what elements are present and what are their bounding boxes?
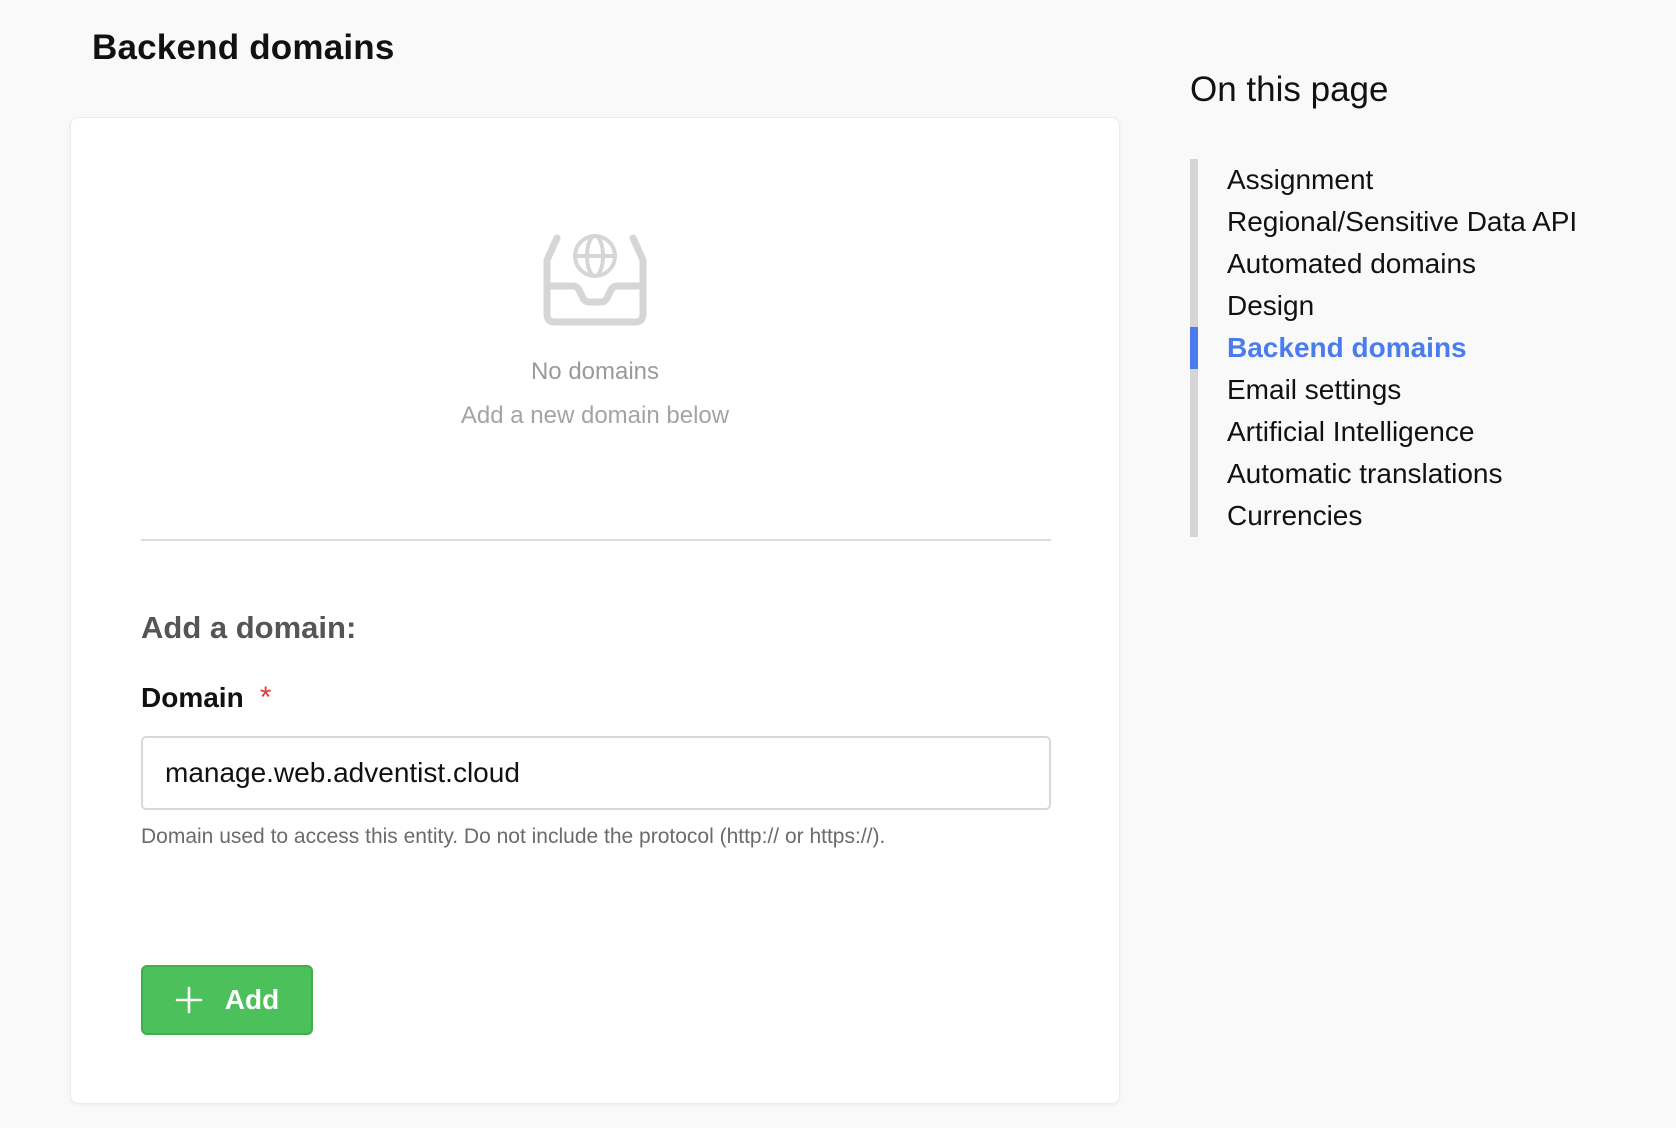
plus-icon: [175, 986, 203, 1014]
toc-item-design[interactable]: Design: [1190, 285, 1650, 327]
add-domain-button[interactable]: Add: [141, 965, 313, 1035]
settings-page: Backend domains No domains Add a new dom…: [0, 0, 1676, 1128]
empty-state: No domains Add a new domain below: [71, 228, 1119, 430]
on-this-page-nav: Assignment Regional/Sensitive Data API A…: [1190, 159, 1650, 537]
empty-state-subtitle: Add a new domain below: [460, 402, 730, 429]
domain-input[interactable]: [141, 736, 1051, 810]
domain-label-text: Domain: [141, 682, 244, 713]
toc-list: Assignment Regional/Sensitive Data API A…: [1190, 159, 1650, 537]
domain-help-text: Domain used to access this entity. Do no…: [141, 825, 886, 848]
empty-state-title: No domains: [530, 358, 660, 385]
toc-item-automatic-translations[interactable]: Automatic translations: [1190, 453, 1650, 495]
backend-domains-card: No domains Add a new domain below Add a …: [70, 117, 1120, 1104]
toc-item-assignment[interactable]: Assignment: [1190, 159, 1650, 201]
toc-item-currencies[interactable]: Currencies: [1190, 495, 1650, 537]
toc-item-email-settings[interactable]: Email settings: [1190, 369, 1650, 411]
add-button-label: Add: [224, 984, 280, 1015]
inbox-globe-icon: [539, 228, 651, 328]
required-marker: *: [259, 681, 272, 714]
toc-title: On this page: [1190, 70, 1389, 109]
section-divider: [141, 539, 1051, 541]
domain-field-label: Domain *: [141, 681, 271, 715]
toc-item-regional-sensitive-data-api[interactable]: Regional/Sensitive Data API: [1190, 201, 1650, 243]
toc-item-artificial-intelligence[interactable]: Artificial Intelligence: [1190, 411, 1650, 453]
page-title: Backend domains: [92, 28, 395, 67]
toc-item-backend-domains[interactable]: Backend domains: [1190, 327, 1650, 369]
toc-item-automated-domains[interactable]: Automated domains: [1190, 243, 1650, 285]
add-domain-heading: Add a domain:: [141, 610, 357, 645]
